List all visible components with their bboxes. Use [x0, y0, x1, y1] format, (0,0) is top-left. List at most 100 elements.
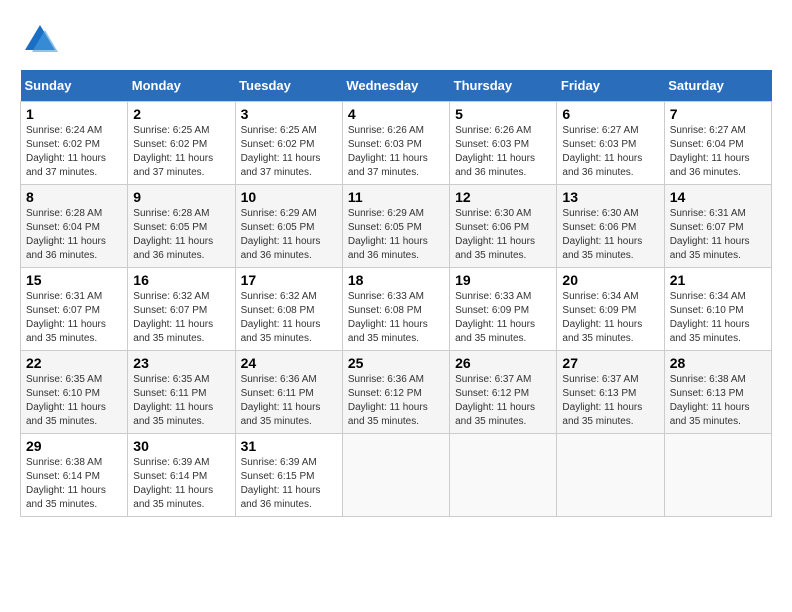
day-info: Sunrise: 6:32 AMSunset: 6:07 PMDaylight:… [133, 291, 213, 344]
calendar-week-5: 29 Sunrise: 6:38 AMSunset: 6:14 PMDaylig… [21, 434, 772, 517]
day-info: Sunrise: 6:28 AMSunset: 6:05 PMDaylight:… [133, 208, 213, 261]
day-info: Sunrise: 6:30 AMSunset: 6:06 PMDaylight:… [455, 208, 535, 261]
day-number: 8 [26, 189, 122, 205]
day-cell-3: 3 Sunrise: 6:25 AMSunset: 6:02 PMDayligh… [235, 102, 342, 185]
day-cell-20: 20 Sunrise: 6:34 AMSunset: 6:09 PMDaylig… [557, 268, 664, 351]
day-cell-14: 14 Sunrise: 6:31 AMSunset: 6:07 PMDaylig… [664, 185, 771, 268]
day-info: Sunrise: 6:33 AMSunset: 6:08 PMDaylight:… [348, 291, 428, 344]
day-cell-27: 27 Sunrise: 6:37 AMSunset: 6:13 PMDaylig… [557, 351, 664, 434]
day-number: 31 [241, 438, 337, 454]
day-info: Sunrise: 6:34 AMSunset: 6:09 PMDaylight:… [562, 291, 642, 344]
day-cell-23: 23 Sunrise: 6:35 AMSunset: 6:11 PMDaylig… [128, 351, 235, 434]
day-header-saturday: Saturday [664, 70, 771, 102]
day-info: Sunrise: 6:36 AMSunset: 6:11 PMDaylight:… [241, 374, 321, 427]
day-cell-2: 2 Sunrise: 6:25 AMSunset: 6:02 PMDayligh… [128, 102, 235, 185]
day-number: 5 [455, 106, 551, 122]
day-info: Sunrise: 6:25 AMSunset: 6:02 PMDaylight:… [133, 125, 213, 178]
day-number: 15 [26, 272, 122, 288]
day-number: 2 [133, 106, 229, 122]
day-cell-11: 11 Sunrise: 6:29 AMSunset: 6:05 PMDaylig… [342, 185, 449, 268]
day-info: Sunrise: 6:24 AMSunset: 6:02 PMDaylight:… [26, 125, 106, 178]
day-info: Sunrise: 6:30 AMSunset: 6:06 PMDaylight:… [562, 208, 642, 261]
day-number: 3 [241, 106, 337, 122]
day-number: 26 [455, 355, 551, 371]
logo [20, 20, 64, 60]
day-info: Sunrise: 6:37 AMSunset: 6:12 PMDaylight:… [455, 374, 535, 427]
day-number: 4 [348, 106, 444, 122]
calendar-week-1: 1 Sunrise: 6:24 AMSunset: 6:02 PMDayligh… [21, 102, 772, 185]
day-number: 16 [133, 272, 229, 288]
day-info: Sunrise: 6:25 AMSunset: 6:02 PMDaylight:… [241, 125, 321, 178]
day-cell-13: 13 Sunrise: 6:30 AMSunset: 6:06 PMDaylig… [557, 185, 664, 268]
calendar-week-2: 8 Sunrise: 6:28 AMSunset: 6:04 PMDayligh… [21, 185, 772, 268]
day-number: 12 [455, 189, 551, 205]
day-header-sunday: Sunday [21, 70, 128, 102]
day-number: 30 [133, 438, 229, 454]
day-cell-29: 29 Sunrise: 6:38 AMSunset: 6:14 PMDaylig… [21, 434, 128, 517]
empty-cell [450, 434, 557, 517]
day-number: 18 [348, 272, 444, 288]
day-cell-1: 1 Sunrise: 6:24 AMSunset: 6:02 PMDayligh… [21, 102, 128, 185]
calendar-table: SundayMondayTuesdayWednesdayThursdayFrid… [20, 70, 772, 517]
day-info: Sunrise: 6:34 AMSunset: 6:10 PMDaylight:… [670, 291, 750, 344]
day-header-tuesday: Tuesday [235, 70, 342, 102]
day-number: 28 [670, 355, 766, 371]
day-cell-21: 21 Sunrise: 6:34 AMSunset: 6:10 PMDaylig… [664, 268, 771, 351]
day-number: 22 [26, 355, 122, 371]
day-cell-26: 26 Sunrise: 6:37 AMSunset: 6:12 PMDaylig… [450, 351, 557, 434]
day-cell-22: 22 Sunrise: 6:35 AMSunset: 6:10 PMDaylig… [21, 351, 128, 434]
day-info: Sunrise: 6:31 AMSunset: 6:07 PMDaylight:… [26, 291, 106, 344]
day-info: Sunrise: 6:37 AMSunset: 6:13 PMDaylight:… [562, 374, 642, 427]
day-info: Sunrise: 6:35 AMSunset: 6:10 PMDaylight:… [26, 374, 106, 427]
day-cell-17: 17 Sunrise: 6:32 AMSunset: 6:08 PMDaylig… [235, 268, 342, 351]
empty-cell [557, 434, 664, 517]
day-info: Sunrise: 6:26 AMSunset: 6:03 PMDaylight:… [348, 125, 428, 178]
day-number: 23 [133, 355, 229, 371]
day-info: Sunrise: 6:38 AMSunset: 6:13 PMDaylight:… [670, 374, 750, 427]
day-cell-7: 7 Sunrise: 6:27 AMSunset: 6:04 PMDayligh… [664, 102, 771, 185]
day-info: Sunrise: 6:33 AMSunset: 6:09 PMDaylight:… [455, 291, 535, 344]
day-info: Sunrise: 6:38 AMSunset: 6:14 PMDaylight:… [26, 457, 106, 510]
day-info: Sunrise: 6:39 AMSunset: 6:15 PMDaylight:… [241, 457, 321, 510]
empty-cell [342, 434, 449, 517]
day-cell-16: 16 Sunrise: 6:32 AMSunset: 6:07 PMDaylig… [128, 268, 235, 351]
day-cell-24: 24 Sunrise: 6:36 AMSunset: 6:11 PMDaylig… [235, 351, 342, 434]
day-number: 27 [562, 355, 658, 371]
day-cell-8: 8 Sunrise: 6:28 AMSunset: 6:04 PMDayligh… [21, 185, 128, 268]
day-cell-10: 10 Sunrise: 6:29 AMSunset: 6:05 PMDaylig… [235, 185, 342, 268]
page-header [20, 20, 772, 60]
day-cell-18: 18 Sunrise: 6:33 AMSunset: 6:08 PMDaylig… [342, 268, 449, 351]
day-info: Sunrise: 6:39 AMSunset: 6:14 PMDaylight:… [133, 457, 213, 510]
calendar-week-4: 22 Sunrise: 6:35 AMSunset: 6:10 PMDaylig… [21, 351, 772, 434]
day-info: Sunrise: 6:36 AMSunset: 6:12 PMDaylight:… [348, 374, 428, 427]
day-cell-25: 25 Sunrise: 6:36 AMSunset: 6:12 PMDaylig… [342, 351, 449, 434]
day-info: Sunrise: 6:32 AMSunset: 6:08 PMDaylight:… [241, 291, 321, 344]
day-number: 19 [455, 272, 551, 288]
day-info: Sunrise: 6:29 AMSunset: 6:05 PMDaylight:… [241, 208, 321, 261]
calendar-week-3: 15 Sunrise: 6:31 AMSunset: 6:07 PMDaylig… [21, 268, 772, 351]
day-info: Sunrise: 6:27 AMSunset: 6:03 PMDaylight:… [562, 125, 642, 178]
logo-icon [20, 20, 60, 60]
day-cell-5: 5 Sunrise: 6:26 AMSunset: 6:03 PMDayligh… [450, 102, 557, 185]
day-number: 17 [241, 272, 337, 288]
day-number: 24 [241, 355, 337, 371]
day-number: 9 [133, 189, 229, 205]
day-number: 6 [562, 106, 658, 122]
calendar-body: 1 Sunrise: 6:24 AMSunset: 6:02 PMDayligh… [21, 102, 772, 517]
day-info: Sunrise: 6:28 AMSunset: 6:04 PMDaylight:… [26, 208, 106, 261]
day-number: 10 [241, 189, 337, 205]
calendar-header-row: SundayMondayTuesdayWednesdayThursdayFrid… [21, 70, 772, 102]
day-info: Sunrise: 6:31 AMSunset: 6:07 PMDaylight:… [670, 208, 750, 261]
day-header-wednesday: Wednesday [342, 70, 449, 102]
day-info: Sunrise: 6:35 AMSunset: 6:11 PMDaylight:… [133, 374, 213, 427]
day-info: Sunrise: 6:29 AMSunset: 6:05 PMDaylight:… [348, 208, 428, 261]
day-number: 29 [26, 438, 122, 454]
day-cell-19: 19 Sunrise: 6:33 AMSunset: 6:09 PMDaylig… [450, 268, 557, 351]
day-number: 11 [348, 189, 444, 205]
day-number: 21 [670, 272, 766, 288]
day-number: 1 [26, 106, 122, 122]
day-cell-6: 6 Sunrise: 6:27 AMSunset: 6:03 PMDayligh… [557, 102, 664, 185]
day-number: 25 [348, 355, 444, 371]
day-cell-31: 31 Sunrise: 6:39 AMSunset: 6:15 PMDaylig… [235, 434, 342, 517]
day-number: 7 [670, 106, 766, 122]
